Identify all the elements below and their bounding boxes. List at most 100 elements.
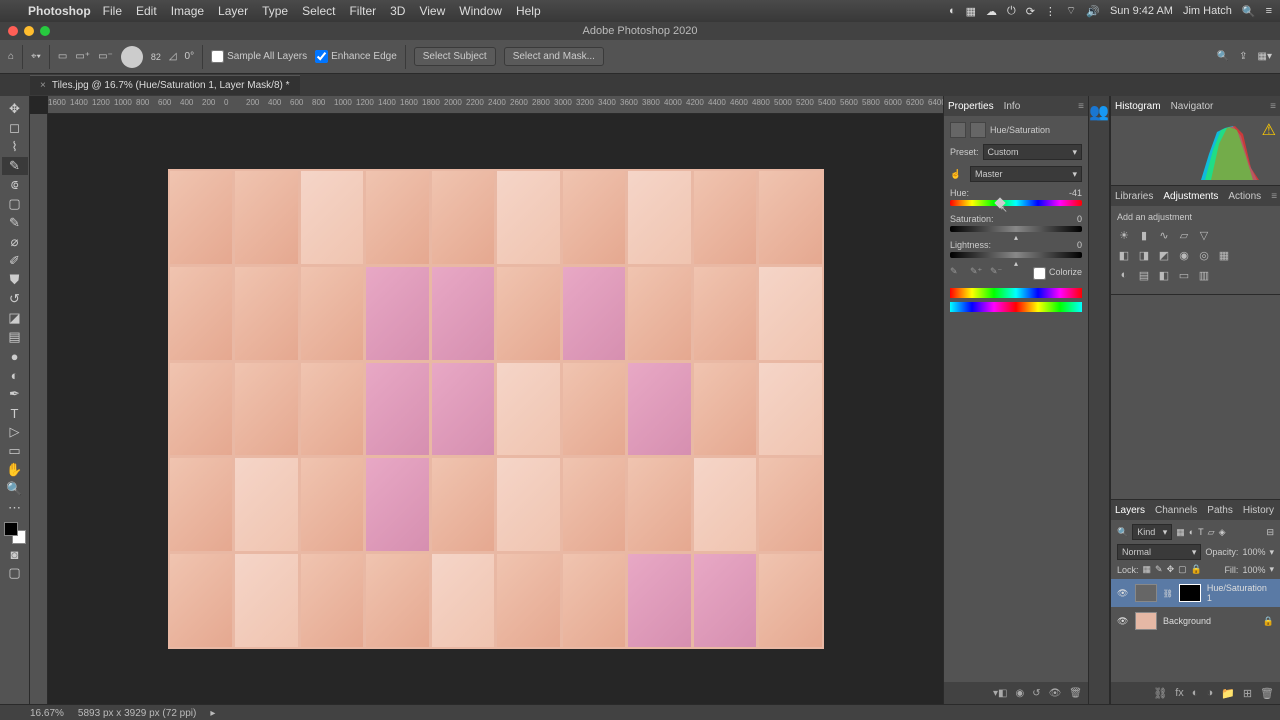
user-name[interactable]: Jim Hatch (1183, 5, 1232, 17)
posterize-adj-icon[interactable]: ▤ (1137, 268, 1151, 282)
quickselect-sub-icon[interactable]: ▭⁻ (98, 51, 113, 62)
filter-adj-icon[interactable]: ◐ (1189, 527, 1194, 537)
filter-toggle[interactable]: ⊟ (1266, 527, 1274, 538)
finger-icon[interactable]: ☝ (950, 169, 966, 180)
new-group-icon[interactable]: 📁 (1221, 687, 1235, 700)
fill-value[interactable]: 100% (1242, 565, 1265, 575)
color-swatches[interactable] (4, 522, 26, 544)
select-and-mask-button[interactable]: Select and Mask... (504, 47, 604, 66)
adjustment-thumb[interactable] (1135, 584, 1157, 602)
eyedropper-icon[interactable]: ✎ (950, 266, 964, 280)
sample-all-layers-checkbox[interactable]: Sample All Layers (211, 50, 307, 63)
status-icon[interactable]: ⋮ (1045, 5, 1056, 18)
channelmixer-adj-icon[interactable]: ◎ (1197, 248, 1211, 262)
document-canvas[interactable] (168, 169, 824, 649)
zoom-level[interactable]: 16.67% (30, 708, 64, 719)
hue-adj-icon[interactable]: ◧ (1117, 248, 1131, 262)
search-icon[interactable]: 🔍 (1217, 51, 1229, 62)
actions-tab[interactable]: Actions (1228, 191, 1261, 202)
history-brush-tool[interactable]: ↺ (2, 290, 28, 308)
brush-tool[interactable]: ✐ (2, 252, 28, 270)
menu-3d[interactable]: 3D (390, 4, 405, 18)
channels-tab[interactable]: Channels (1155, 505, 1197, 516)
properties-tab[interactable]: Properties (948, 101, 994, 112)
lock-transparent-icon[interactable]: ▦ (1143, 564, 1152, 575)
libraries-tab[interactable]: Libraries (1115, 191, 1153, 202)
edit-toolbar[interactable]: ⋯ (2, 499, 28, 517)
view-previous-icon[interactable]: ◉ (1015, 688, 1024, 699)
status-icon[interactable]: ⏻ (1007, 5, 1016, 18)
clock[interactable]: Sun 9:42 AM (1110, 5, 1173, 17)
marquee-tool[interactable]: ◻ (2, 119, 28, 137)
minimize-window-button[interactable] (24, 26, 34, 36)
levels-adj-icon[interactable]: ▮ (1137, 228, 1151, 242)
hue-value[interactable]: -41 (1069, 188, 1082, 198)
photofilter-adj-icon[interactable]: ◉ (1177, 248, 1191, 262)
bw-adj-icon[interactable]: ◩ (1157, 248, 1171, 262)
menu-filter[interactable]: Filter (349, 4, 376, 18)
menu-edit[interactable]: Edit (136, 4, 157, 18)
saturation-value[interactable]: 0 (1077, 214, 1082, 224)
lock-image-icon[interactable]: ✎ (1155, 564, 1163, 575)
history-tab[interactable]: History (1243, 505, 1274, 516)
control-center-icon[interactable]: ≡ (1266, 5, 1272, 17)
document-tab[interactable]: × Tiles.jpg @ 16.7% (Hue/Saturation 1, L… (30, 75, 300, 95)
status-menu-icon[interactable]: ▸ (210, 708, 215, 719)
adjustments-tab[interactable]: Adjustments (1163, 191, 1218, 202)
home-icon[interactable]: ⌂ (8, 51, 14, 62)
layer-filter-select[interactable]: Kind▾ (1132, 524, 1172, 540)
layer-name[interactable]: Hue/Saturation 1 (1207, 583, 1274, 603)
layer-mask-thumb[interactable] (1179, 584, 1201, 602)
info-tab[interactable]: Info (1004, 101, 1021, 112)
angle-icon[interactable]: ◿ (169, 51, 177, 62)
path-selection-tool[interactable]: ▷ (2, 423, 28, 441)
enhance-edge-checkbox[interactable]: Enhance Edge (315, 50, 397, 63)
hue-slider[interactable] (950, 200, 1082, 206)
move-tool[interactable]: ✥ (2, 100, 28, 118)
close-window-button[interactable] (8, 26, 18, 36)
colorize-checkbox[interactable]: Colorize (1033, 267, 1082, 280)
layer-name[interactable]: Background (1163, 616, 1211, 626)
status-icon[interactable]: ◐ (949, 5, 956, 17)
eyedropper-sub-icon[interactable]: ✎⁻ (990, 266, 1004, 280)
visibility-icon[interactable]: 👁 (1117, 616, 1129, 627)
foreground-color-swatch[interactable] (4, 522, 18, 536)
eraser-tool[interactable]: ◪ (2, 309, 28, 327)
status-icon[interactable]: ☁ (986, 5, 997, 18)
opacity-value[interactable]: 100% (1242, 547, 1265, 557)
tool-preset-icon[interactable]: ⌖▾ (31, 51, 41, 62)
zoom-window-button[interactable] (40, 26, 50, 36)
quick-selection-tool[interactable]: ✎ (2, 157, 28, 175)
layer-item[interactable]: 👁 Background 🔒 (1111, 607, 1280, 635)
lasso-tool[interactable]: ⌇ (2, 138, 28, 156)
clip-to-layer-icon[interactable]: ▾◧ (993, 688, 1007, 699)
invert-adj-icon[interactable]: ◐ (1117, 268, 1131, 282)
filter-pixel-icon[interactable]: ▦ (1176, 527, 1185, 538)
filter-type-icon[interactable]: T (1198, 527, 1204, 537)
lock-all-icon[interactable]: 🔒 (1191, 564, 1202, 575)
brush-size[interactable]: 82 (151, 52, 161, 62)
menu-help[interactable]: Help (516, 4, 541, 18)
filter-shape-icon[interactable]: ▱ (1208, 527, 1215, 538)
histogram-tab[interactable]: Histogram (1115, 101, 1161, 112)
preset-select[interactable]: Custom▾ (983, 144, 1082, 160)
clone-stamp-tool[interactable]: ⛊ (2, 271, 28, 289)
paths-tab[interactable]: Paths (1207, 505, 1233, 516)
histogram-warning-icon[interactable]: ⚠ (1262, 120, 1276, 140)
filter-smart-icon[interactable]: ◈ (1219, 527, 1226, 538)
healing-brush-tool[interactable]: ⌀ (2, 233, 28, 251)
angle-value[interactable]: 0° (185, 51, 195, 62)
channel-select[interactable]: Master▾ (970, 166, 1082, 182)
selectivecolor-adj-icon[interactable]: ▥ (1197, 268, 1211, 282)
quickmask-tool[interactable]: ◙ (2, 545, 28, 563)
blend-mode-select[interactable]: Normal▾ (1117, 544, 1201, 560)
document-dimensions[interactable]: 5893 px x 3929 px (72 ppi) (78, 708, 196, 719)
panel-menu-icon[interactable]: ≡ (1270, 101, 1276, 112)
quickselect-new-icon[interactable]: ▭ (58, 51, 67, 62)
shape-tool[interactable]: ▭ (2, 442, 28, 460)
status-icon[interactable]: ⟳ (1026, 5, 1035, 18)
panel-menu-icon[interactable]: ≡ (1271, 191, 1277, 202)
visibility-icon[interactable]: 👁 (1117, 588, 1129, 599)
lightness-slider[interactable]: ▴ (950, 252, 1082, 258)
colorbalance-adj-icon[interactable]: ◨ (1137, 248, 1151, 262)
